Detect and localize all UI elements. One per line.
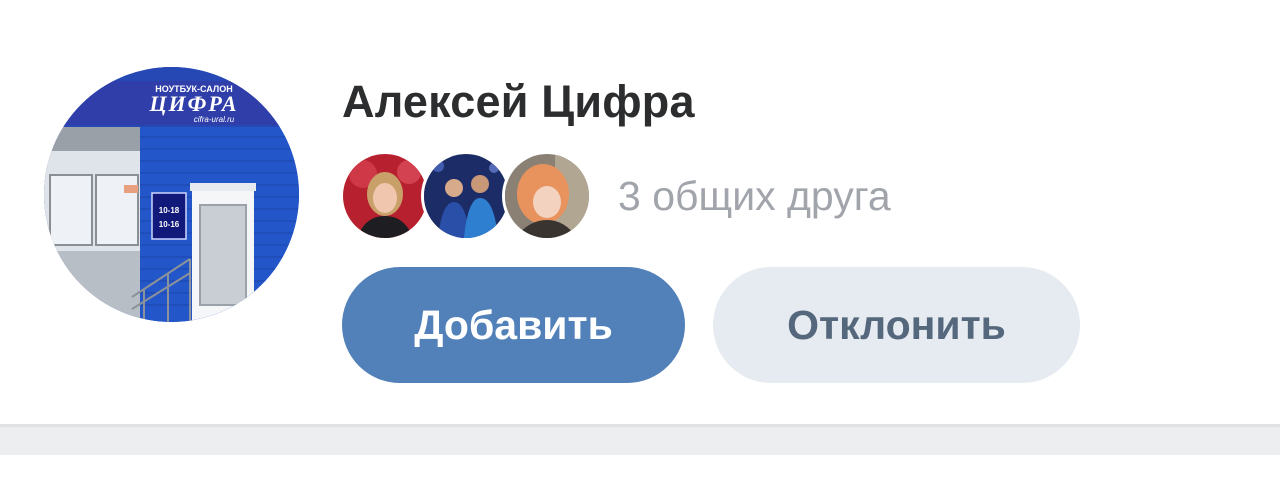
avatar-sign-url: cifra-ural.ru	[194, 115, 235, 124]
friend-request-card: НОУТБУК-САЛОН ЦИФРА cifra-ural.ru 10-18 …	[0, 0, 1280, 424]
friend-avatar-two-men-icon	[421, 151, 511, 241]
mutual-friends-count: 3 общих друга	[618, 172, 891, 219]
user-avatar[interactable]: НОУТБУК-САЛОН ЦИФРА cifra-ural.ru 10-18 …	[44, 67, 299, 322]
next-section	[0, 455, 1280, 479]
add-friend-button[interactable]: Добавить	[342, 267, 685, 383]
avatar-hours-2: 10-16	[159, 220, 180, 229]
mutual-friends[interactable]: 3 общих друга	[340, 151, 891, 241]
section-separator	[0, 427, 1280, 455]
store-photo-icon: НОУТБУК-САЛОН ЦИФРА cifra-ural.ru 10-18 …	[44, 67, 299, 322]
avatar-hours-1: 10-18	[159, 206, 180, 215]
user-name[interactable]: Алексей Цифра	[342, 76, 695, 128]
decline-request-button[interactable]: Отклонить	[713, 267, 1080, 383]
friend-avatar-woman-red-background-icon	[340, 151, 430, 241]
avatar-sign-main: ЦИФРА	[148, 91, 238, 116]
friend-avatar-redhead-woman-icon	[502, 151, 592, 241]
